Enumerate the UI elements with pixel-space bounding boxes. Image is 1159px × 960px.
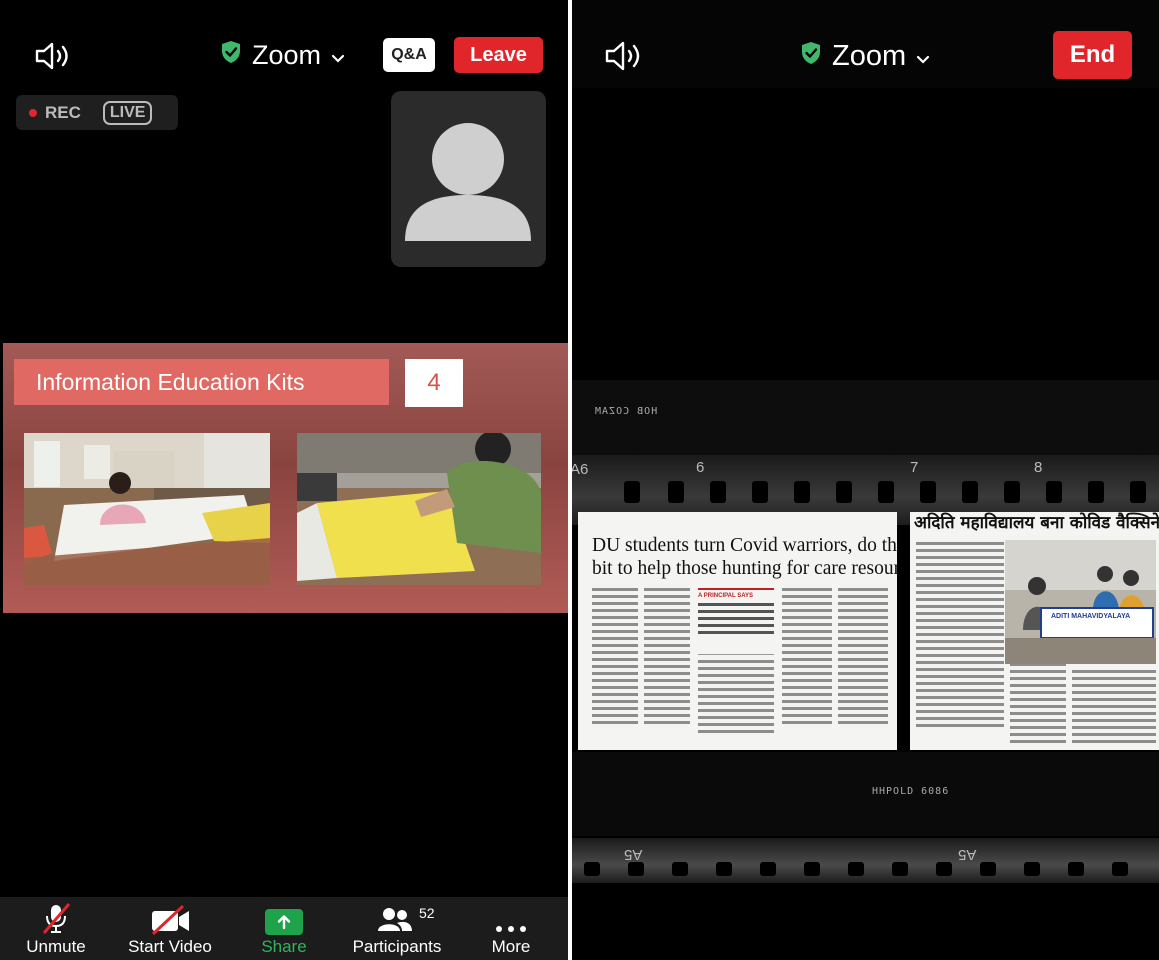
left-zoom-screen: Zoom Q&A Leave REC LIVE Information Educ…: [0, 0, 568, 960]
clipping-banner-text: ADITI MAHAVIDYALAYA: [1051, 613, 1131, 620]
leave-button[interactable]: Leave: [454, 37, 543, 73]
shield-check-icon: [220, 40, 242, 71]
chevron-down-icon: [916, 40, 930, 73]
newspaper-clipping-english: DU students turn Covid warriors, do thei…: [578, 512, 897, 750]
film-lower-mark-a: A5: [624, 846, 643, 863]
right-zoom-screen: Zoom End HOB COZAM A6 6 7 8 DU students …: [572, 0, 1159, 960]
slide-photo-2: [297, 433, 541, 585]
share-label: Share: [261, 937, 307, 956]
film-frame-b: 7: [910, 459, 919, 476]
slide-number: 4: [405, 359, 463, 407]
shared-slide: Information Education Kits 4: [3, 343, 568, 613]
film-side-mark: A6: [572, 461, 589, 478]
clipping-hindi-headline: अदिति महाविद्यालय बना कोविड वैक्सिनेशन स…: [914, 513, 1159, 533]
more-button[interactable]: More: [483, 897, 539, 960]
film-strip-bottom: [572, 752, 1159, 836]
avatar-placeholder-icon: [405, 123, 531, 241]
video-off-icon: [149, 897, 191, 935]
app-title: Zoom: [832, 40, 907, 72]
meeting-toolbar: Unmute Start Video Share 52 Participants…: [0, 897, 568, 960]
pull-quote: A PRINCIPAL SAYS: [698, 588, 774, 655]
participants-button[interactable]: 52 Participants: [345, 897, 449, 960]
clipping-photo: ADITI MAHAVIDYALAYA: [1005, 540, 1156, 664]
shield-check-icon: [800, 40, 822, 73]
share-button[interactable]: Share: [254, 897, 314, 960]
film-code-bottom: HHPOLD 6086: [872, 786, 950, 797]
participants-icon: [377, 907, 413, 938]
clipping-headline: DU students turn Covid warriors, do thei…: [592, 535, 897, 579]
end-button[interactable]: End: [1053, 31, 1132, 79]
record-dot-icon: [29, 108, 37, 117]
chevron-down-icon: [331, 40, 345, 71]
film-code-top: HOB COZAM: [594, 406, 658, 417]
unmute-button[interactable]: Unmute: [22, 897, 90, 960]
participants-count: 52: [419, 905, 435, 921]
unmute-label: Unmute: [26, 937, 86, 956]
muted-mic-icon: [39, 897, 73, 935]
slide-photo-1: [24, 433, 270, 585]
film-sprocket-band-lower: A5 A5: [572, 838, 1159, 883]
qa-button[interactable]: Q&A: [383, 38, 435, 72]
recording-indicator: REC LIVE: [16, 95, 178, 130]
self-video-thumbnail[interactable]: [391, 91, 546, 267]
live-badge: LIVE: [102, 100, 153, 125]
rec-label: REC: [45, 102, 81, 122]
app-title: Zoom: [252, 40, 322, 70]
slide-title: Information Education Kits: [14, 359, 389, 405]
meeting-title[interactable]: Zoom: [800, 40, 930, 73]
film-frame-c: 8: [1034, 459, 1043, 476]
speaker-icon[interactable]: [604, 39, 646, 78]
newspaper-clipping-hindi: अदिति महाविद्यालय बना कोविड वैक्सिनेशन स…: [910, 512, 1159, 750]
speaker-icon[interactable]: [34, 40, 74, 77]
film-frame-a: 6: [696, 459, 705, 476]
start-video-label: Start Video: [128, 937, 212, 956]
film-lower-mark-b: A5: [958, 846, 977, 863]
meeting-title[interactable]: Zoom: [220, 40, 345, 71]
more-label: More: [491, 937, 531, 956]
participants-label: Participants: [352, 937, 442, 956]
more-dots-icon: [494, 897, 528, 935]
start-video-button[interactable]: Start Video: [120, 897, 220, 960]
share-arrow-icon: [265, 909, 303, 935]
